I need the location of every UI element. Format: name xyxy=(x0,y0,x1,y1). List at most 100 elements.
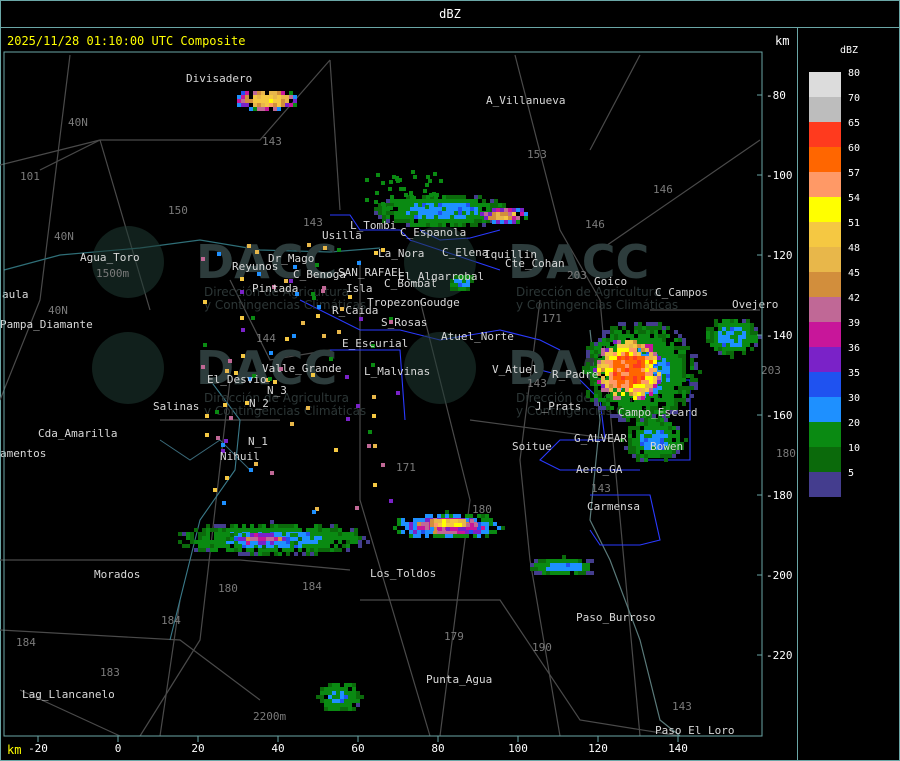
echo-pixel xyxy=(285,103,289,107)
echo-pixel xyxy=(298,537,302,541)
echo-pixel xyxy=(294,533,298,537)
legend-label-42: 42 xyxy=(848,293,861,304)
echo-pixel xyxy=(636,434,640,438)
echo-pixel xyxy=(558,559,562,563)
echo-pixel xyxy=(314,524,318,528)
echo-cell xyxy=(428,179,432,183)
echo-pixel xyxy=(656,422,660,426)
watermark-sub-1-1: y Contingencias Climáticas xyxy=(516,298,678,312)
echo-pixel xyxy=(668,426,672,430)
echo-pixel xyxy=(322,528,326,532)
echo-pixel xyxy=(605,352,609,356)
echo-pixel xyxy=(358,540,362,544)
echo-pixel xyxy=(206,528,210,532)
echo-cell xyxy=(404,193,408,197)
echo-pixel xyxy=(718,343,722,347)
echo-pixel xyxy=(320,695,324,699)
echo-pixel xyxy=(662,334,666,338)
echo-pixel xyxy=(326,548,330,552)
echo-pixel xyxy=(274,524,278,528)
echo-pixel xyxy=(617,352,621,356)
echo-pixel xyxy=(334,544,338,548)
echo-pixel xyxy=(346,548,350,552)
echo-pixel xyxy=(578,563,582,567)
echo-pixel xyxy=(302,532,306,536)
echo-cell xyxy=(222,501,226,505)
echo-pixel xyxy=(621,376,625,380)
echo-pixel xyxy=(478,203,482,207)
echo-pixel xyxy=(314,548,318,552)
echo-pixel xyxy=(678,366,682,370)
echo-pixel xyxy=(422,215,426,219)
echo-pixel xyxy=(662,394,666,398)
echo-pixel xyxy=(601,384,605,388)
echo-pixel xyxy=(542,567,546,571)
echo-pixel xyxy=(328,699,332,703)
echo-pixel xyxy=(754,331,758,335)
echo-pixel xyxy=(641,384,645,388)
echo-pixel xyxy=(457,534,461,538)
echo-pixel xyxy=(318,532,322,536)
echo-pixel xyxy=(694,366,698,370)
echo-pixel xyxy=(710,339,714,343)
echo-pixel xyxy=(454,211,458,215)
legend-swatch-39 xyxy=(809,322,841,347)
echo-pixel xyxy=(670,386,674,390)
echo-pixel xyxy=(242,533,246,537)
echo-pixel xyxy=(638,334,642,338)
route-label-25: 2200m xyxy=(253,710,286,723)
echo-pixel xyxy=(658,350,662,354)
echo-pixel xyxy=(360,695,364,699)
echo-cell xyxy=(402,187,406,191)
echo-pixel xyxy=(352,691,356,695)
echo-pixel xyxy=(694,354,698,358)
echo-pixel xyxy=(662,330,666,334)
echo-pixel xyxy=(722,331,726,335)
echo-pixel xyxy=(289,95,293,99)
place-salinas: Salinas xyxy=(153,400,199,413)
echo-pixel xyxy=(398,207,402,211)
echo-pixel xyxy=(320,691,324,695)
echo-pixel xyxy=(246,552,250,556)
echo-pixel xyxy=(666,386,670,390)
echo-pixel xyxy=(641,368,645,372)
echo-pixel xyxy=(190,536,194,540)
echo-cell xyxy=(368,430,372,434)
echo-pixel xyxy=(512,212,516,216)
echo-pixel xyxy=(730,331,734,335)
echo-pixel xyxy=(450,199,454,203)
echo-pixel xyxy=(462,519,466,523)
echo-cell xyxy=(249,468,253,472)
echo-pixel xyxy=(466,207,470,211)
echo-pixel xyxy=(397,530,401,534)
echo-pixel xyxy=(722,327,726,331)
echo-pixel xyxy=(398,203,402,207)
radar-map[interactable]: DACCDirección de Agriculturay Contingenc… xyxy=(0,0,797,761)
echo-pixel xyxy=(633,348,637,352)
echo-pixel xyxy=(690,358,694,362)
echo-pixel xyxy=(658,338,662,342)
echo-pixel xyxy=(640,454,644,458)
echo-pixel xyxy=(636,458,640,462)
echo-pixel xyxy=(613,372,617,376)
echo-cell xyxy=(240,316,244,320)
echo-pixel xyxy=(674,398,678,402)
echo-pixel xyxy=(417,534,421,538)
echo-pixel xyxy=(258,537,262,541)
echo-pixel xyxy=(730,355,734,359)
echo-pixel xyxy=(649,352,653,356)
echo-pixel xyxy=(234,537,238,541)
echo-pixel xyxy=(344,695,348,699)
echo-pixel xyxy=(266,552,270,556)
echo-pixel xyxy=(606,398,610,402)
echo-pixel xyxy=(742,327,746,331)
echo-pixel xyxy=(302,552,306,556)
echo-pixel xyxy=(636,438,640,442)
echo-cell xyxy=(390,195,394,199)
echo-pixel xyxy=(334,536,338,540)
route-label-26: 143 xyxy=(672,700,692,713)
echo-pixel xyxy=(734,323,738,327)
echo-pixel xyxy=(498,203,502,207)
echo-cell xyxy=(337,248,341,252)
echo-pixel xyxy=(330,524,334,528)
